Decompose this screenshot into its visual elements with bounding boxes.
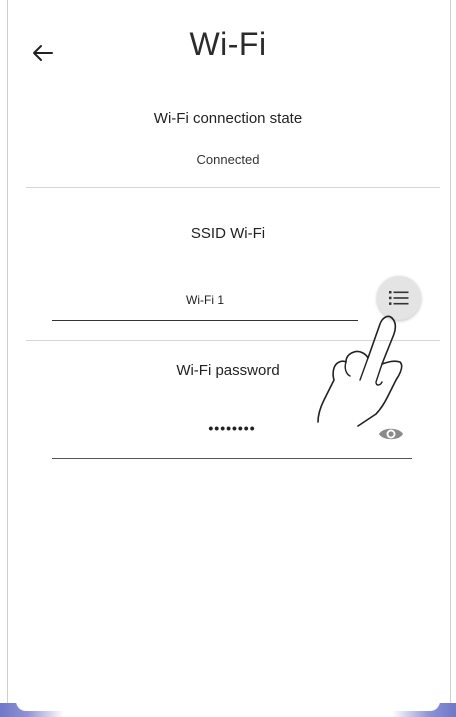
wifi-settings-screen: Wi-Fi Wi-Fi connection state Connected S…: [0, 0, 456, 717]
ssid-input[interactable]: Wi-Fi 1: [52, 280, 358, 321]
divider: [26, 340, 440, 341]
page-title: Wi-Fi: [189, 26, 267, 62]
device-frame-bottom: [0, 701, 456, 717]
list-icon: [389, 291, 409, 305]
device-frame-right: [450, 0, 456, 717]
ssid-list-button[interactable]: [377, 276, 421, 320]
device-frame-left: [0, 0, 8, 717]
connection-state-label: Wi-Fi connection state: [153, 110, 303, 127]
password-label: Wi-Fi password: [176, 362, 280, 379]
connection-state-value: Connected: [196, 152, 260, 167]
ssid-label: SSID Wi-Fi: [190, 225, 266, 242]
password-input[interactable]: ••••••••: [52, 410, 412, 459]
password-value: ••••••••: [208, 420, 256, 436]
divider: [26, 187, 440, 188]
eye-icon[interactable]: [378, 424, 404, 444]
ssid-value: Wi-Fi 1: [186, 293, 224, 307]
